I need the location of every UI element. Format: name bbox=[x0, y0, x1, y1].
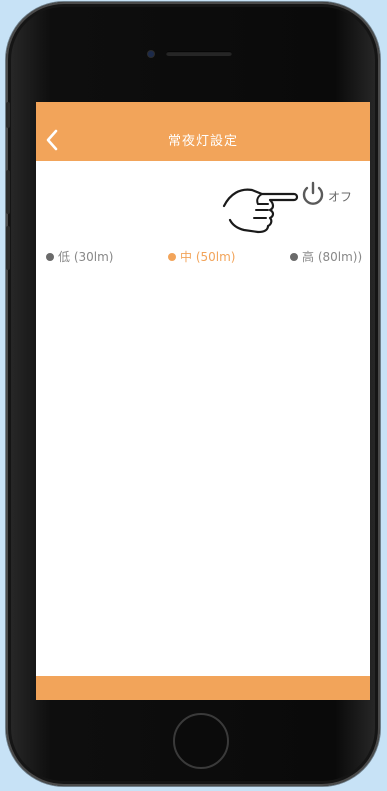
level-label: 中 (50lm) bbox=[180, 250, 236, 264]
phone-frame: 常夜灯設定 オフ 低 (30lm) 中 (50lm) 高 (80lm)) bbox=[6, 2, 380, 786]
power-state-label: オフ bbox=[328, 190, 353, 204]
pointing-hand-icon bbox=[222, 188, 299, 234]
level-label: 低 (30lm) bbox=[58, 250, 114, 264]
home-button[interactable] bbox=[173, 713, 229, 769]
level-option-medium[interactable]: 中 (50lm) bbox=[168, 248, 235, 265]
power-control: オフ bbox=[222, 176, 370, 236]
status-bar bbox=[36, 102, 370, 118]
app-screen: 常夜灯設定 オフ 低 (30lm) 中 (50lm) 高 (80lm)) bbox=[36, 102, 370, 700]
level-option-high[interactable]: 高 (80lm)) bbox=[290, 248, 362, 265]
radio-dot-selected bbox=[168, 253, 176, 261]
power-icon bbox=[302, 181, 324, 205]
earpiece-speaker bbox=[166, 51, 232, 56]
bottom-bar bbox=[36, 676, 370, 700]
page-title: 常夜灯設定 bbox=[167, 134, 238, 149]
radio-dot bbox=[290, 253, 298, 261]
level-label: 高 (80lm)) bbox=[302, 250, 363, 264]
navigation-bar: 常夜灯設定 bbox=[36, 118, 370, 161]
front-camera bbox=[148, 51, 154, 57]
mute-switch bbox=[6, 102, 10, 128]
volume-up-button bbox=[6, 170, 10, 214]
volume-down-button bbox=[6, 226, 10, 270]
level-option-low[interactable]: 低 (30lm) bbox=[46, 248, 113, 265]
radio-dot bbox=[46, 253, 54, 261]
brightness-level-selector: 低 (30lm) 中 (50lm) 高 (80lm)) bbox=[36, 248, 370, 268]
power-toggle-button[interactable] bbox=[300, 180, 326, 214]
